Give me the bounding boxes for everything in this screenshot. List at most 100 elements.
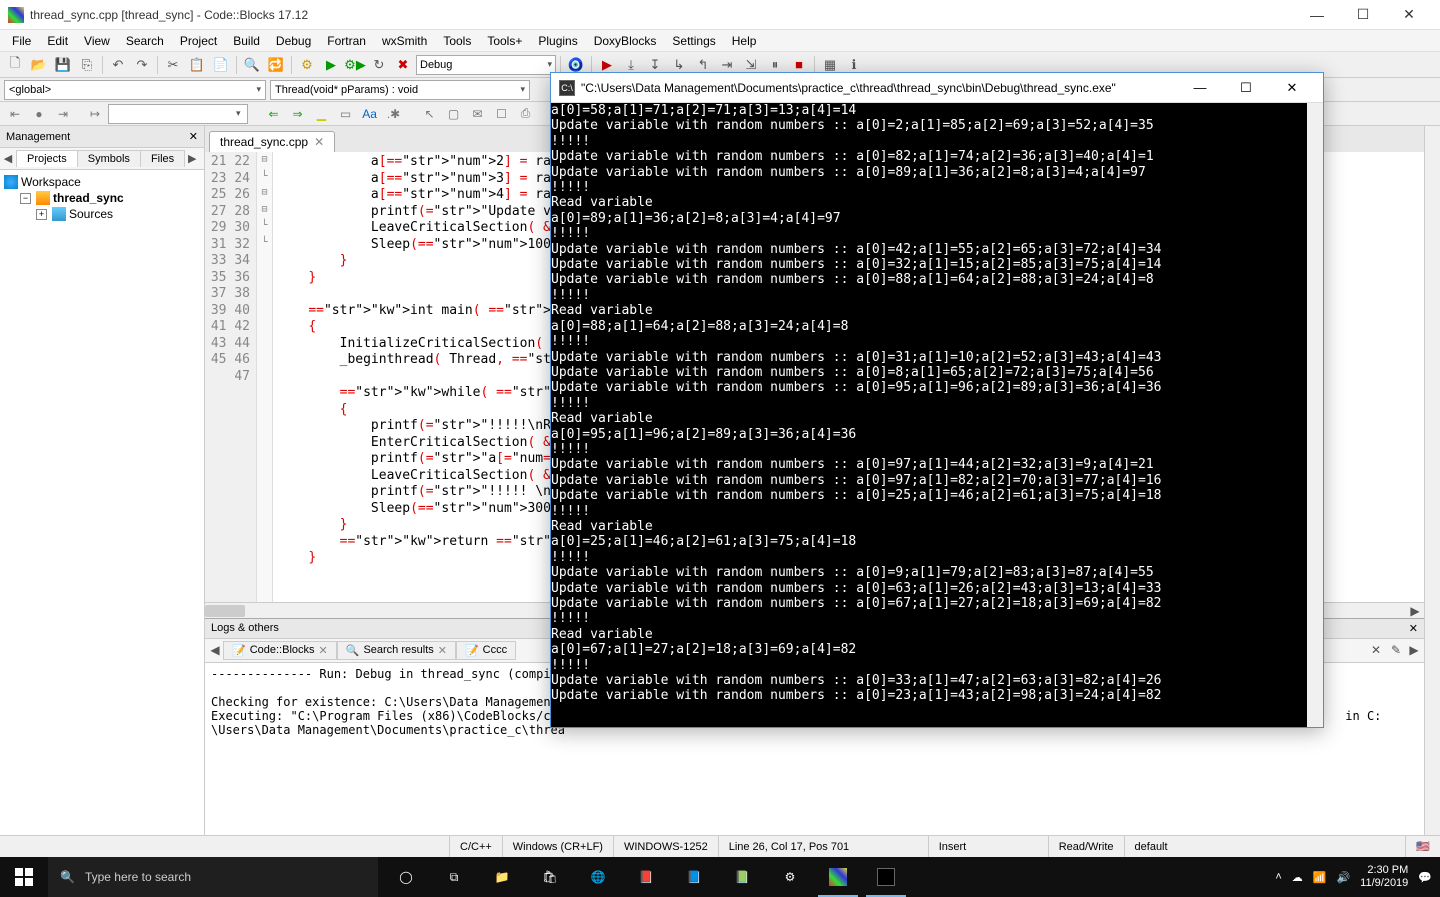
menu-settings[interactable]: Settings <box>664 32 723 50</box>
close-button[interactable]: ✕ <box>1386 0 1432 30</box>
console-window[interactable]: C:\ "C:\Users\Data Management\Documents\… <box>550 72 1324 728</box>
scroll-thumb[interactable] <box>205 605 245 617</box>
jump-back-icon[interactable]: ⇤ <box>4 104 26 124</box>
management-close-icon[interactable]: ✕ <box>189 130 198 143</box>
editor-tab-thread-sync[interactable]: thread_sync.cpp ✕ <box>209 131 335 152</box>
cortana-icon[interactable]: ◯ <box>382 857 430 897</box>
explorer-icon[interactable]: 📁 <box>478 857 526 897</box>
scope-select[interactable]: <global>▾ <box>4 80 266 100</box>
tab-symbols[interactable]: Symbols <box>77 150 141 167</box>
text-icon[interactable]: Aa <box>359 104 381 124</box>
logs-tab-codeblocks[interactable]: 📝 Code::Blocks ✕ <box>223 641 337 660</box>
console-maximize-button[interactable]: ☐ <box>1223 73 1269 103</box>
mail-icon[interactable]: ✉ <box>467 104 489 124</box>
new-file-icon[interactable]: 🗋 <box>4 54 26 76</box>
logs-tabs-right-icon[interactable]: ▶ <box>1406 643 1422 657</box>
console-minimize-button[interactable]: — <box>1177 73 1223 103</box>
menu-plugins[interactable]: Plugins <box>530 32 585 50</box>
tree-folder[interactable]: + Sources <box>36 206 200 222</box>
project-tree[interactable]: Workspace − thread_sync + Sources <box>0 170 204 835</box>
bookmark-icon[interactable]: ● <box>28 104 50 124</box>
last-jump-icon[interactable]: ↦ <box>84 104 106 124</box>
menu-debug[interactable]: Debug <box>268 32 319 50</box>
menu-view[interactable]: View <box>76 32 118 50</box>
find-icon[interactable]: 🔍 <box>241 54 263 76</box>
abort-icon[interactable]: ✖ <box>392 54 414 76</box>
menu-wxsmith[interactable]: wxSmith <box>374 32 435 50</box>
preview-icon[interactable]: ⎙ <box>515 104 537 124</box>
build-target-select[interactable]: Debug▾ <box>416 55 556 75</box>
wifi-icon[interactable]: 📶 <box>1313 871 1327 884</box>
minimize-button[interactable]: — <box>1294 0 1340 30</box>
prev-icon[interactable]: ⇐ <box>263 104 285 124</box>
tray-up-icon[interactable]: ˄ <box>1275 871 1281 883</box>
menu-fortran[interactable]: Fortran <box>319 32 374 50</box>
tab-close-icon[interactable]: ✕ <box>319 644 328 657</box>
tab-close-icon[interactable]: ✕ <box>314 135 324 149</box>
settings-icon[interactable]: ⚙ <box>766 857 814 897</box>
console-scrollbar[interactable] <box>1307 103 1323 727</box>
chrome-icon[interactable]: 🌐 <box>574 857 622 897</box>
tray-cloud-icon[interactable]: ☁ <box>1292 871 1303 884</box>
menu-file[interactable]: File <box>4 32 39 50</box>
save-icon[interactable]: 💾 <box>52 54 74 76</box>
excel-icon[interactable]: 📗 <box>718 857 766 897</box>
volume-icon[interactable]: 🔊 <box>1336 871 1350 884</box>
cut-icon[interactable]: ✂ <box>162 54 184 76</box>
word-icon[interactable]: 📘 <box>670 857 718 897</box>
store-icon[interactable]: 🛍 <box>526 857 574 897</box>
taskview-icon[interactable]: ⧉ <box>430 857 478 897</box>
tree-project[interactable]: − thread_sync <box>20 190 200 206</box>
logs-close-icon[interactable]: ✕ <box>1409 622 1418 635</box>
console-close-button[interactable]: ✕ <box>1269 73 1315 103</box>
select-icon[interactable]: ▭ <box>335 104 357 124</box>
tab-projects[interactable]: Projects <box>16 150 78 167</box>
tree-workspace[interactable]: Workspace <box>4 174 200 190</box>
editor-vscrollbar[interactable] <box>1424 126 1440 835</box>
jump-fwd-icon[interactable]: ⇥ <box>52 104 74 124</box>
paste-icon[interactable]: 📄 <box>210 54 232 76</box>
undo-icon[interactable]: ↶ <box>107 54 129 76</box>
jump-input[interactable] <box>108 104 248 124</box>
menu-build[interactable]: Build <box>225 32 268 50</box>
codeblocks-task-icon[interactable] <box>814 857 862 897</box>
expander-icon[interactable]: + <box>36 209 47 220</box>
rebuild-icon[interactable]: ↻ <box>368 54 390 76</box>
replace-icon[interactable]: 🔁 <box>265 54 287 76</box>
menu-search[interactable]: Search <box>118 32 172 50</box>
menu-edit[interactable]: Edit <box>39 32 76 50</box>
acrobat-icon[interactable]: 📕 <box>622 857 670 897</box>
build-run-icon[interactable]: ⚙▶ <box>344 54 366 76</box>
tab-files[interactable]: Files <box>140 150 185 167</box>
console-task-icon[interactable] <box>862 857 910 897</box>
build-icon[interactable]: ⚙ <box>296 54 318 76</box>
function-select[interactable]: Thread(void* pParams) : void▾ <box>270 80 530 100</box>
taskbar-clock[interactable]: 2:30 PM 11/9/2019 <box>1360 864 1408 890</box>
console-titlebar[interactable]: C:\ "C:\Users\Data Management\Documents\… <box>551 73 1323 103</box>
tab-close-icon[interactable]: ✕ <box>438 644 447 657</box>
cursor-icon[interactable]: ↖ <box>419 104 441 124</box>
redo-icon[interactable]: ↷ <box>131 54 153 76</box>
menu-tools[interactable]: Tools <box>435 32 479 50</box>
regex-icon[interactable]: .✱ <box>383 104 405 124</box>
block-icon[interactable]: ▢ <box>443 104 465 124</box>
logs-tabs-left-icon[interactable]: ◀ <box>207 643 223 657</box>
tabs-right-arrow-icon[interactable]: ▶ <box>184 152 200 165</box>
scroll-right-icon[interactable]: ▶ <box>1408 603 1422 619</box>
fold-gutter[interactable]: ⊟ └ ⊟ ⊟ └ └ <box>257 152 273 602</box>
logs-edit-icon[interactable]: ✎ <box>1386 640 1406 660</box>
run-icon[interactable]: ▶ <box>320 54 342 76</box>
maximize-button[interactable]: ☐ <box>1340 0 1386 30</box>
expander-icon[interactable]: − <box>20 193 31 204</box>
logs-close-icon[interactable]: ✕ <box>1366 640 1386 660</box>
copy-icon[interactable]: 📋 <box>186 54 208 76</box>
save-all-icon[interactable]: ⎘ <box>76 54 98 76</box>
open-file-icon[interactable]: 📂 <box>28 54 50 76</box>
console-output[interactable]: a[0]=58;a[1]=71;a[2]=71;a[3]=13;a[4]=14 … <box>551 103 1307 727</box>
start-button[interactable] <box>0 857 48 897</box>
notification-icon[interactable]: 💬 <box>1418 871 1432 884</box>
next-icon[interactable]: ⇒ <box>287 104 309 124</box>
taskbar-search[interactable]: 🔍 Type here to search <box>48 857 378 897</box>
menu-tools+[interactable]: Tools+ <box>479 32 530 50</box>
doc-icon[interactable]: ☐ <box>491 104 513 124</box>
